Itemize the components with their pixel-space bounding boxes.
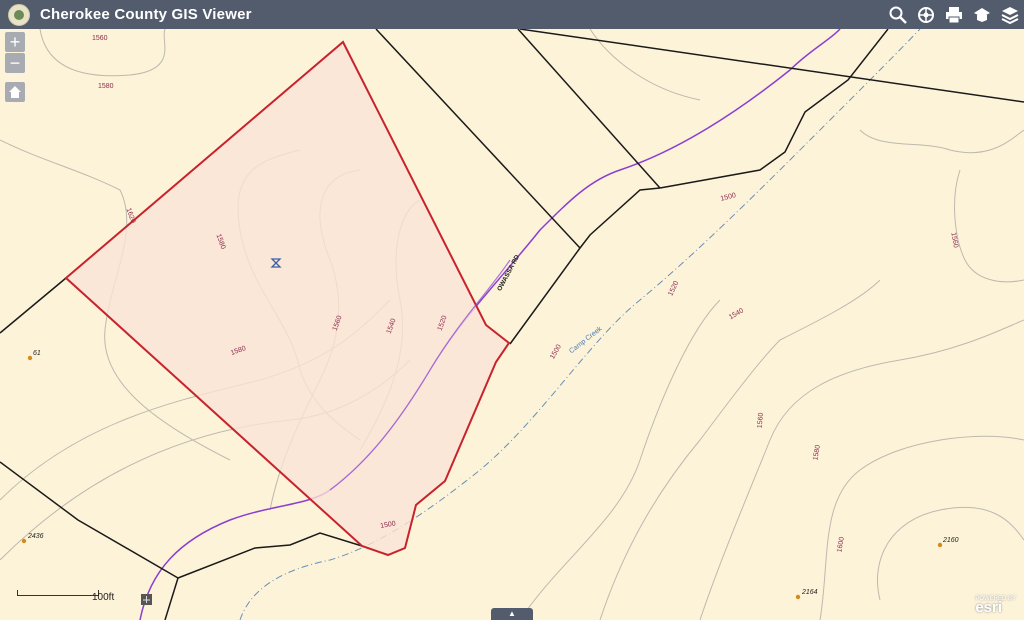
zoom-out-button[interactable]: − <box>5 53 25 73</box>
toolbar <box>884 0 1024 29</box>
zoom-in-button[interactable]: + <box>5 32 25 52</box>
esri-attribution: POWERED BY esri <box>975 596 1016 616</box>
parcel-point-label: 2164 <box>801 589 818 596</box>
scale-label: 100ft <box>92 592 115 603</box>
app-header: Cherokee County GIS Viewer <box>0 0 1024 29</box>
chevron-up-icon: ▲ <box>508 609 516 618</box>
map-view[interactable]: 1560 1580 1620 1580 1580 1560 1540 1520 … <box>0 29 1024 620</box>
bottom-panel-toggle[interactable]: ▲ <box>491 608 533 620</box>
contour-label: 1560 <box>92 35 108 42</box>
parcel-point-label: 2160 <box>942 537 959 544</box>
print-icon[interactable] <box>940 0 968 29</box>
parcel-point-label: 61 <box>33 350 41 357</box>
app-title: Cherokee County GIS Viewer <box>40 6 252 23</box>
attribution-brand: esri <box>975 599 1003 616</box>
home-icon <box>9 86 21 98</box>
contour-label: 1560 <box>757 412 765 428</box>
scale-bar <box>17 590 99 596</box>
home-button[interactable] <box>5 82 25 102</box>
identify-icon[interactable] <box>912 0 940 29</box>
parcel-point-label: 2436 <box>27 533 44 540</box>
contour-label: 1580 <box>98 83 114 90</box>
county-logo-icon <box>8 3 30 26</box>
map-canvas[interactable]: 1560 1580 1620 1580 1580 1560 1540 1520 … <box>0 29 1024 620</box>
layers-icon[interactable] <box>996 0 1024 29</box>
search-icon[interactable] <box>884 0 912 29</box>
measure-icon[interactable] <box>968 0 996 29</box>
